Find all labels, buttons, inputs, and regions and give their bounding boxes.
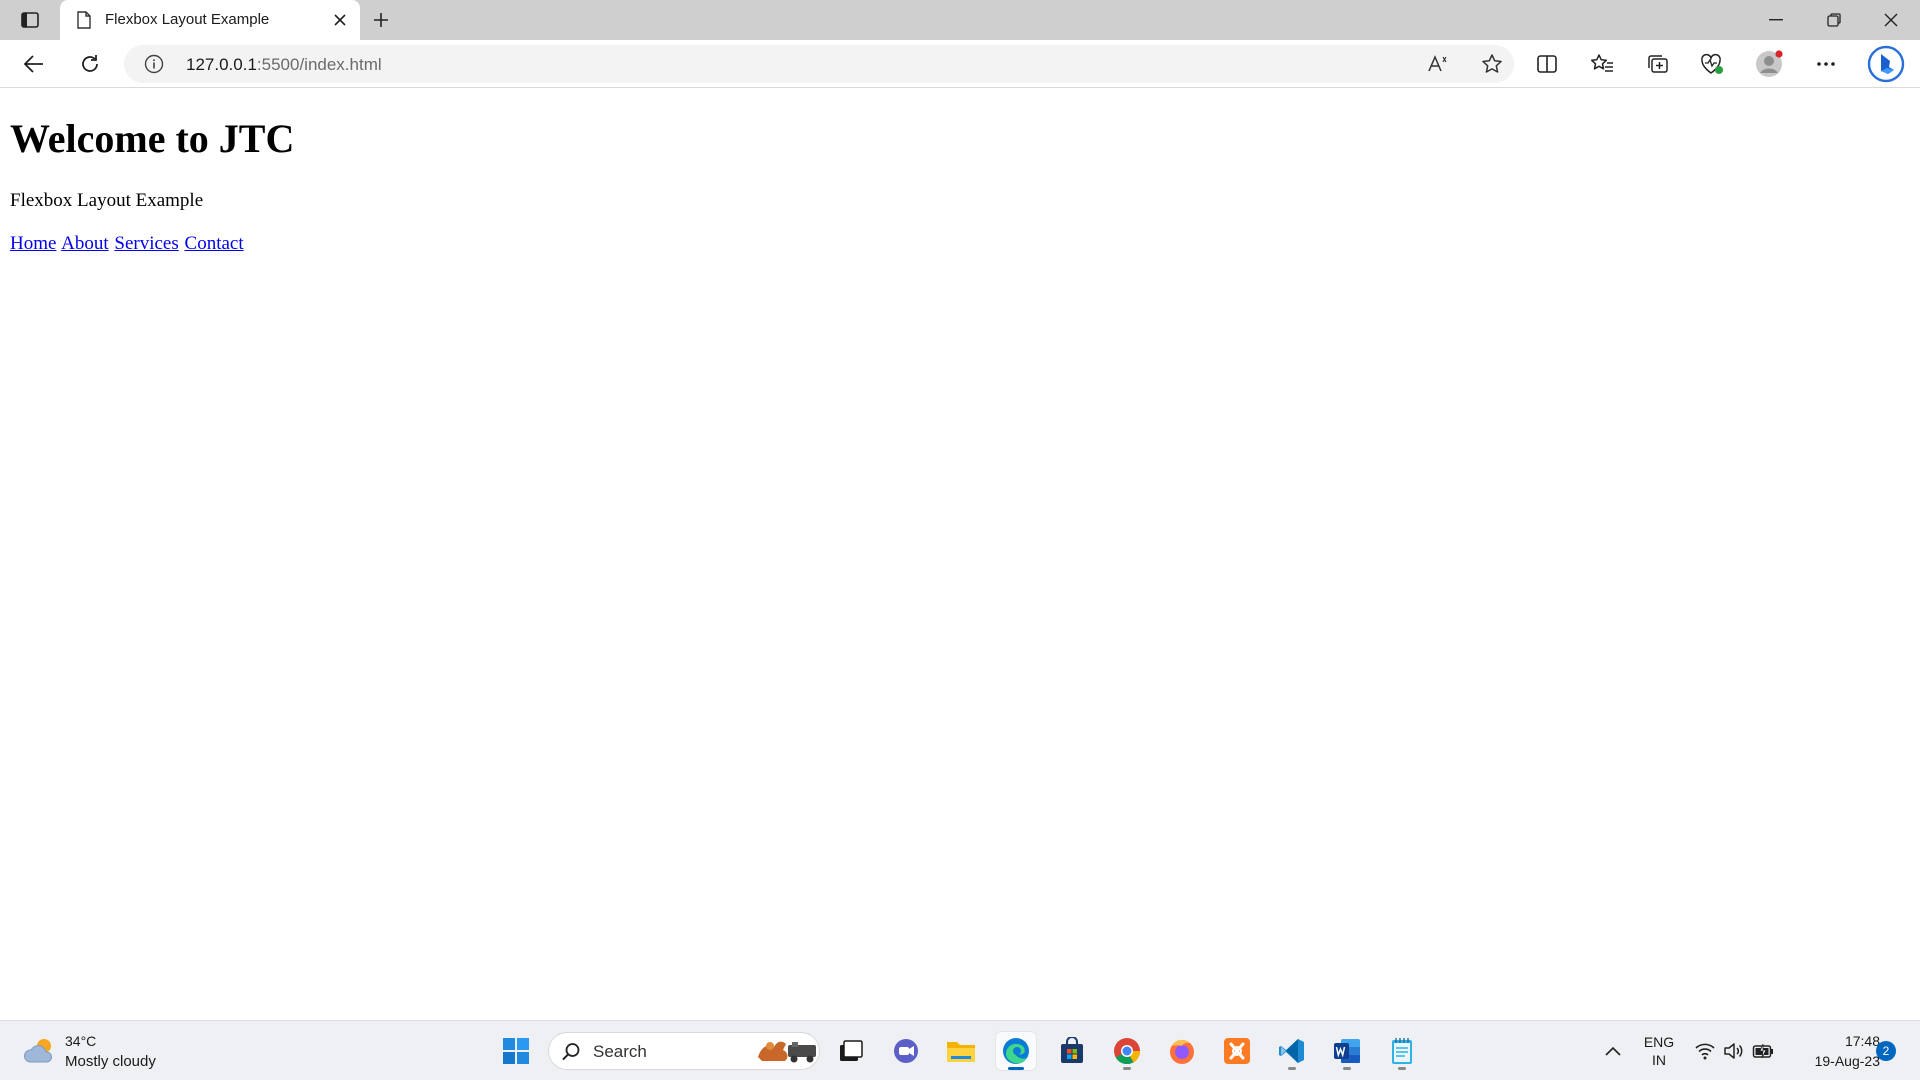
weather-cloudy-icon[interactable] xyxy=(22,1035,58,1067)
browser-titlebar: Flexbox Layout Example xyxy=(0,0,1920,40)
split-screen-icon[interactable] xyxy=(1529,48,1565,80)
new-tab-button[interactable] xyxy=(366,6,396,34)
file-explorer-icon[interactable] xyxy=(940,1031,982,1071)
vscode-icon[interactable] xyxy=(1271,1031,1313,1071)
clock-date: 19-Aug-23 xyxy=(1814,1053,1880,1069)
info-icon[interactable] xyxy=(144,54,164,74)
running-indicator xyxy=(1123,1067,1131,1070)
page-heading: Welcome to JTC xyxy=(10,116,295,161)
url-text[interactable]: 127.0.0.1:5500/index.html xyxy=(186,55,382,75)
page-subtitle: Flexbox Layout Example xyxy=(10,190,204,211)
clock-time: 17:48 xyxy=(1844,1033,1880,1049)
close-icon[interactable] xyxy=(330,10,350,30)
taskbar: 34°C Mostly cloudy Search ENG IN 17:48 1… xyxy=(0,1020,1920,1080)
tab-active[interactable]: Flexbox Layout Example xyxy=(60,0,360,40)
page-viewport: Welcome to JTC Flexbox Layout Example Ho… xyxy=(0,89,1920,1019)
collections-icon[interactable] xyxy=(1640,48,1676,80)
restore-icon[interactable] xyxy=(1805,0,1863,40)
page-icon xyxy=(74,10,94,30)
notepad-icon[interactable] xyxy=(1381,1031,1423,1071)
window-close-icon[interactable] xyxy=(1862,0,1920,40)
running-indicator xyxy=(1288,1067,1296,1070)
language-code: ENG xyxy=(1643,1034,1675,1050)
address-bar[interactable]: 127.0.0.1:5500/index.html xyxy=(124,45,1514,83)
tab-title: Flexbox Layout Example xyxy=(105,11,270,28)
language-indicator[interactable]: ENG IN xyxy=(1642,1033,1676,1069)
search-label: Search xyxy=(593,1042,647,1061)
running-indicator xyxy=(1343,1067,1351,1070)
notification-badge[interactable]: 2 xyxy=(1876,1041,1896,1061)
volume-icon[interactable] xyxy=(1722,1040,1744,1062)
minimize-icon[interactable] xyxy=(1747,0,1805,40)
url-host: 127.0.0.1 xyxy=(186,55,257,74)
bing-copilot-icon[interactable] xyxy=(1866,44,1906,84)
nav-link-home[interactable]: Home xyxy=(10,233,56,254)
battery-charging-icon[interactable] xyxy=(1752,1040,1774,1062)
back-icon[interactable] xyxy=(16,48,52,80)
word-icon[interactable] xyxy=(1326,1031,1368,1071)
favorites-icon[interactable] xyxy=(1584,48,1620,80)
url-path: :5500/index.html xyxy=(256,55,382,74)
page-nav: Home About Services Contact xyxy=(10,233,245,255)
running-indicator xyxy=(1398,1067,1406,1070)
tab-actions-icon[interactable] xyxy=(14,6,46,34)
chrome-icon[interactable] xyxy=(1106,1031,1148,1071)
microsoft-store-icon[interactable] xyxy=(1051,1031,1093,1071)
start-windows-icon[interactable] xyxy=(495,1031,537,1071)
browser-toolbar: 127.0.0.1:5500/index.html xyxy=(0,40,1920,88)
weather-temperature: 34°C xyxy=(65,1033,97,1049)
weather-description: Mostly cloudy xyxy=(65,1053,156,1070)
favorite-star-icon[interactable] xyxy=(1478,52,1506,76)
browser-essentials-icon[interactable] xyxy=(1694,48,1730,80)
search-icon xyxy=(562,1043,580,1061)
teams-chat-icon[interactable] xyxy=(885,1031,927,1071)
read-aloud-icon[interactable] xyxy=(1424,52,1452,76)
refresh-icon[interactable] xyxy=(72,48,108,80)
system-clock[interactable]: 17:48 19-Aug-23 xyxy=(1790,1031,1880,1071)
profile-avatar[interactable] xyxy=(1751,48,1787,80)
taskbar-search-box[interactable]: Search xyxy=(548,1032,820,1070)
region-code: IN xyxy=(1652,1052,1666,1068)
nav-link-contact[interactable]: Contact xyxy=(185,233,244,254)
firefox-icon[interactable] xyxy=(1161,1031,1203,1071)
search-highlight-illustration-icon xyxy=(758,1041,816,1063)
xampp-icon[interactable] xyxy=(1216,1031,1258,1071)
edge-browser-icon[interactable] xyxy=(995,1031,1037,1071)
chevron-up-icon[interactable] xyxy=(1602,1041,1624,1061)
wifi-icon[interactable] xyxy=(1694,1040,1716,1062)
nav-link-about[interactable]: About xyxy=(61,233,109,254)
more-options-icon[interactable] xyxy=(1808,48,1844,80)
nav-link-services[interactable]: Services xyxy=(114,233,178,254)
active-indicator xyxy=(1008,1067,1024,1070)
task-view-icon[interactable] xyxy=(830,1031,872,1071)
